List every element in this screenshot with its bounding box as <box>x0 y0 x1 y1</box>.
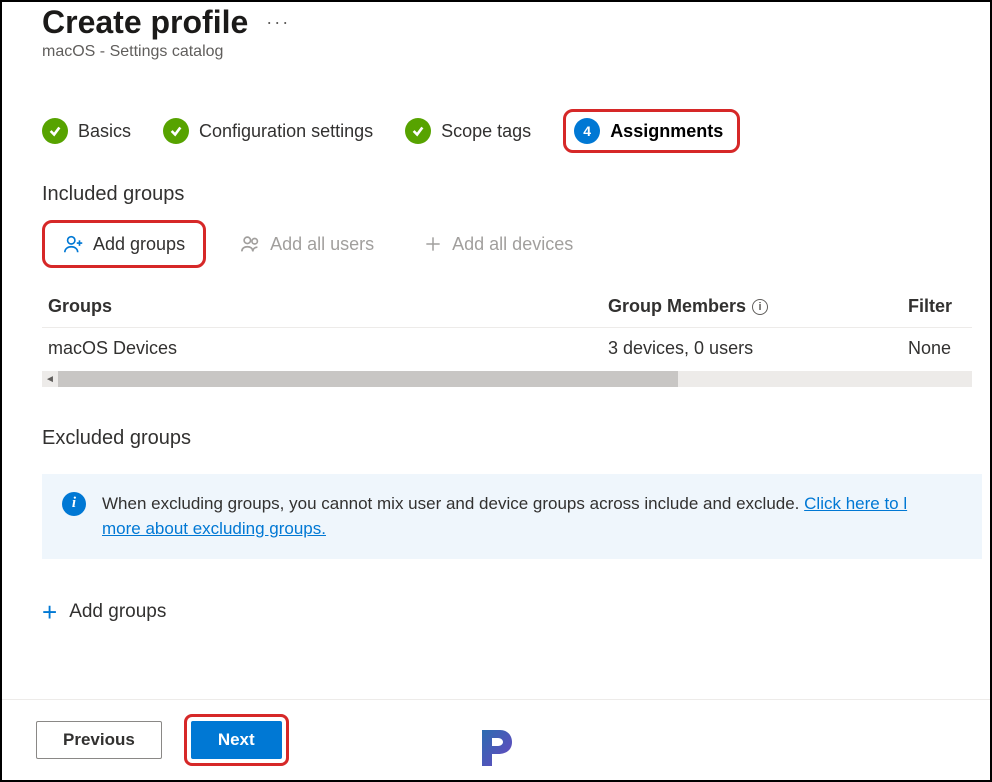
included-groups-table: Groups Group Members i Filter macOS Devi… <box>42 286 972 387</box>
checkmark-icon <box>42 118 68 144</box>
step-assignments[interactable]: 4 Assignments <box>563 109 740 153</box>
step-label: Assignments <box>610 121 723 142</box>
learn-more-link[interactable]: Click here to l <box>804 494 907 513</box>
add-groups-button[interactable]: Add groups <box>42 220 206 268</box>
cell-filter: None <box>908 338 978 359</box>
included-groups-heading: Included groups <box>42 183 990 206</box>
plus-icon: + <box>42 599 57 625</box>
person-add-icon <box>63 233 85 255</box>
step-scope-tags[interactable]: Scope tags <box>405 118 531 144</box>
step-label: Scope tags <box>441 121 531 142</box>
add-all-devices-button[interactable]: Add all devices <box>408 225 587 263</box>
cell-group-members: 3 devices, 0 users <box>608 338 908 359</box>
table-header: Groups Group Members i Filter <box>42 286 972 328</box>
step-configuration-settings[interactable]: Configuration settings <box>163 118 373 144</box>
excluded-groups-heading: Excluded groups <box>42 427 990 450</box>
step-basics[interactable]: Basics <box>42 118 131 144</box>
button-label: Add groups <box>69 601 166 623</box>
step-label: Configuration settings <box>199 121 373 142</box>
info-icon[interactable]: i <box>752 299 768 315</box>
learn-more-link[interactable]: more about excluding groups. <box>102 519 326 538</box>
table-row[interactable]: macOS Devices 3 devices, 0 users None <box>42 328 972 369</box>
more-menu-icon[interactable]: ··· <box>266 12 290 33</box>
excluded-add-groups-button[interactable]: + Add groups <box>42 599 990 625</box>
checkmark-icon <box>405 118 431 144</box>
next-button[interactable]: Next <box>191 721 282 759</box>
plus-icon <box>422 233 444 255</box>
page-title: Create profile <box>42 4 248 41</box>
info-text: When excluding groups, you cannot mix us… <box>102 492 907 541</box>
next-button-highlight: Next <box>184 714 289 766</box>
column-groups[interactable]: Groups <box>48 296 608 317</box>
cell-group-name: macOS Devices <box>48 338 608 359</box>
checkmark-icon <box>163 118 189 144</box>
step-number-icon: 4 <box>574 118 600 144</box>
previous-button[interactable]: Previous <box>36 721 162 759</box>
included-groups-toolbar: Add groups Add all users Add all devic <box>42 220 990 268</box>
button-label: Add groups <box>93 234 185 255</box>
brand-logo-icon <box>472 724 520 772</box>
column-filter[interactable]: Filter <box>908 296 978 317</box>
step-label: Basics <box>78 121 131 142</box>
people-icon <box>240 233 262 255</box>
horizontal-scrollbar[interactable]: ◄ <box>42 371 972 387</box>
add-all-users-button[interactable]: Add all users <box>226 225 388 263</box>
button-label: Add all devices <box>452 234 573 255</box>
scrollbar-thumb[interactable] <box>58 371 678 387</box>
button-label: Add all users <box>270 234 374 255</box>
page-subtitle: macOS - Settings catalog <box>42 43 990 61</box>
wizard-footer: Previous Next <box>2 699 990 780</box>
wizard-stepper: Basics Configuration settings Scope tags… <box>42 109 990 153</box>
column-group-members[interactable]: Group Members i <box>608 296 908 317</box>
info-icon: i <box>62 492 86 516</box>
excluded-groups-info-banner: i When excluding groups, you cannot mix … <box>42 474 982 559</box>
scroll-left-arrow-icon[interactable]: ◄ <box>42 371 58 387</box>
